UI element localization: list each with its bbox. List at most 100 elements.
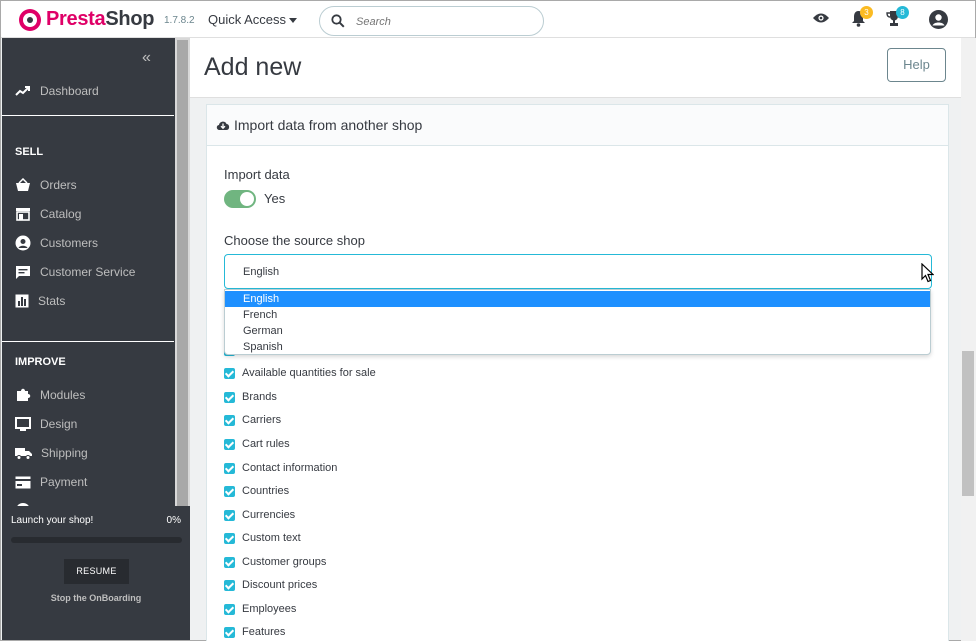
- cloud-download-icon: [216, 121, 230, 130]
- sidebar-item-shipping[interactable]: Shipping: [15, 443, 88, 463]
- main-scrollbar[interactable]: [961, 38, 976, 641]
- checkbox[interactable]: [224, 509, 235, 521]
- checkbox-label: Employees: [242, 603, 297, 615]
- checkbox-label: Features: [242, 626, 286, 638]
- checkbox-row[interactable]: Brands: [224, 389, 277, 405]
- onboarding-title: Launch your shop!: [11, 515, 94, 526]
- checkbox[interactable]: [224, 556, 235, 568]
- checkbox-row[interactable]: Features: [224, 624, 285, 640]
- checkbox-label: Custom text: [242, 532, 301, 544]
- onboarding-progress-bar: [11, 537, 182, 543]
- sidebar-scrollbar-thumb[interactable]: [177, 40, 188, 506]
- resume-button[interactable]: RESUME: [64, 559, 129, 584]
- source-shop-label: Choose the source shop: [224, 233, 365, 248]
- sidebar-item-stats[interactable]: Stats: [15, 291, 65, 311]
- checkbox-row[interactable]: Countries: [224, 483, 289, 499]
- checkbox-row[interactable]: Cart rules: [224, 436, 290, 452]
- sidebar-item-label: Orders: [40, 178, 77, 192]
- checkbox[interactable]: [224, 367, 235, 379]
- checkbox-row[interactable]: Contact information: [224, 460, 337, 476]
- checkbox[interactable]: [224, 462, 235, 474]
- trending-up-icon: [15, 86, 30, 96]
- sidebar-item-label: Shipping: [41, 446, 88, 460]
- search-icon: [331, 14, 345, 28]
- user-avatar-icon[interactable]: [929, 10, 948, 29]
- checkbox-label: Discount prices: [242, 579, 318, 591]
- search-input[interactable]: [356, 13, 526, 31]
- section-sell: SELL: [15, 146, 44, 158]
- checkbox-row[interactable]: Customer groups: [224, 554, 326, 570]
- sidebar-item-modules[interactable]: Modules: [15, 385, 85, 405]
- source-shop-select[interactable]: English: [224, 254, 932, 289]
- search-box[interactable]: [319, 6, 544, 36]
- top-bar: PrestaShop 1.7.8.2 Quick Access 3 8: [1, 1, 975, 38]
- checkbox-row[interactable]: Discount prices: [224, 577, 317, 593]
- shop-option-english[interactable]: English: [225, 291, 930, 307]
- shop-option-german[interactable]: German: [225, 323, 930, 339]
- checkbox-label: Customer groups: [242, 556, 327, 568]
- import-data-label: Import data: [224, 167, 290, 182]
- sidebar-item-label: Modules: [40, 388, 86, 402]
- eye-icon[interactable]: [812, 12, 830, 24]
- sidebar-item-label: Customers: [40, 236, 99, 250]
- trophy-badge: 8: [896, 6, 909, 19]
- checkbox[interactable]: [224, 391, 235, 403]
- brand-shop: Shop: [105, 8, 155, 30]
- import-data-value: Yes: [264, 191, 286, 206]
- checkbox-label: Brands: [242, 391, 277, 403]
- checkbox-row[interactable]: Carriers: [224, 412, 281, 428]
- checkbox[interactable]: [224, 414, 235, 426]
- stop-onboarding-link[interactable]: Stop the OnBoarding: [2, 593, 190, 603]
- checkbox-label: Contact information: [242, 462, 338, 474]
- quick-access-label: Quick Access: [208, 12, 287, 27]
- checkbox-row[interactable]: Custom text: [224, 530, 301, 546]
- main-scrollbar-thumb[interactable]: [962, 351, 974, 496]
- sidebar: « Dashboard SELL Orders Catalog Customer…: [2, 38, 175, 506]
- checkbox-row[interactable]: Available quantities for sale: [224, 365, 376, 381]
- prestashop-logo-icon[interactable]: [19, 9, 41, 31]
- checkbox[interactable]: [224, 485, 235, 497]
- checkbox-label: Carriers: [242, 414, 282, 426]
- selected-shop-value: English: [243, 266, 280, 278]
- sidebar-item-customer-service[interactable]: Customer Service: [15, 262, 135, 282]
- brand-name[interactable]: PrestaShop: [46, 8, 154, 31]
- sidebar-item-orders[interactable]: Orders: [15, 175, 77, 195]
- checkbox[interactable]: [224, 438, 235, 450]
- basket-icon: [16, 178, 30, 191]
- sidebar-item-design[interactable]: Design: [15, 414, 77, 434]
- monitor-icon: [15, 416, 31, 431]
- sidebar-divider: [2, 341, 174, 342]
- sidebar-scrollbar[interactable]: [175, 38, 190, 508]
- sidebar-item-label: Catalog: [40, 207, 82, 221]
- checkbox[interactable]: [224, 532, 235, 544]
- version-label: 1.7.8.2: [164, 15, 195, 26]
- sidebar-item-dashboard[interactable]: Dashboard: [15, 81, 99, 101]
- sidebar-item-label: Dashboard: [40, 84, 99, 98]
- shop-option-french[interactable]: French: [225, 307, 930, 323]
- checkbox-label: Currencies: [242, 509, 296, 521]
- sidebar-item-customers[interactable]: Customers: [15, 233, 98, 253]
- quick-access-dropdown[interactable]: Quick Access: [208, 12, 298, 27]
- help-button[interactable]: Help: [887, 48, 946, 82]
- import-data-toggle[interactable]: [224, 190, 256, 208]
- notifications-button[interactable]: 3: [851, 6, 873, 27]
- notifications-badge: 3: [860, 6, 873, 19]
- sidebar-item-payment[interactable]: Payment: [15, 472, 87, 492]
- section-improve: IMPROVE: [15, 356, 66, 368]
- checkbox[interactable]: [224, 626, 235, 638]
- checkbox-row[interactable]: Employees: [224, 601, 296, 617]
- shop-option-spanish[interactable]: Spanish: [225, 339, 930, 355]
- brand-presta: Presta: [46, 8, 106, 30]
- card-header: Import data from another shop: [207, 105, 948, 146]
- sidebar-item-catalog[interactable]: Catalog: [15, 204, 81, 224]
- sidebar-item-label: Stats: [38, 294, 66, 308]
- credit-card-icon: [15, 476, 31, 488]
- trophy-button[interactable]: 8: [886, 6, 909, 27]
- page-title: Add new: [204, 53, 302, 81]
- mouse-cursor-icon: [921, 263, 934, 283]
- checkbox[interactable]: [224, 579, 235, 591]
- checkbox[interactable]: [224, 603, 235, 615]
- caret-down-icon: [289, 18, 298, 24]
- collapse-sidebar-icon[interactable]: «: [142, 49, 151, 67]
- checkbox-row[interactable]: Currencies: [224, 507, 295, 523]
